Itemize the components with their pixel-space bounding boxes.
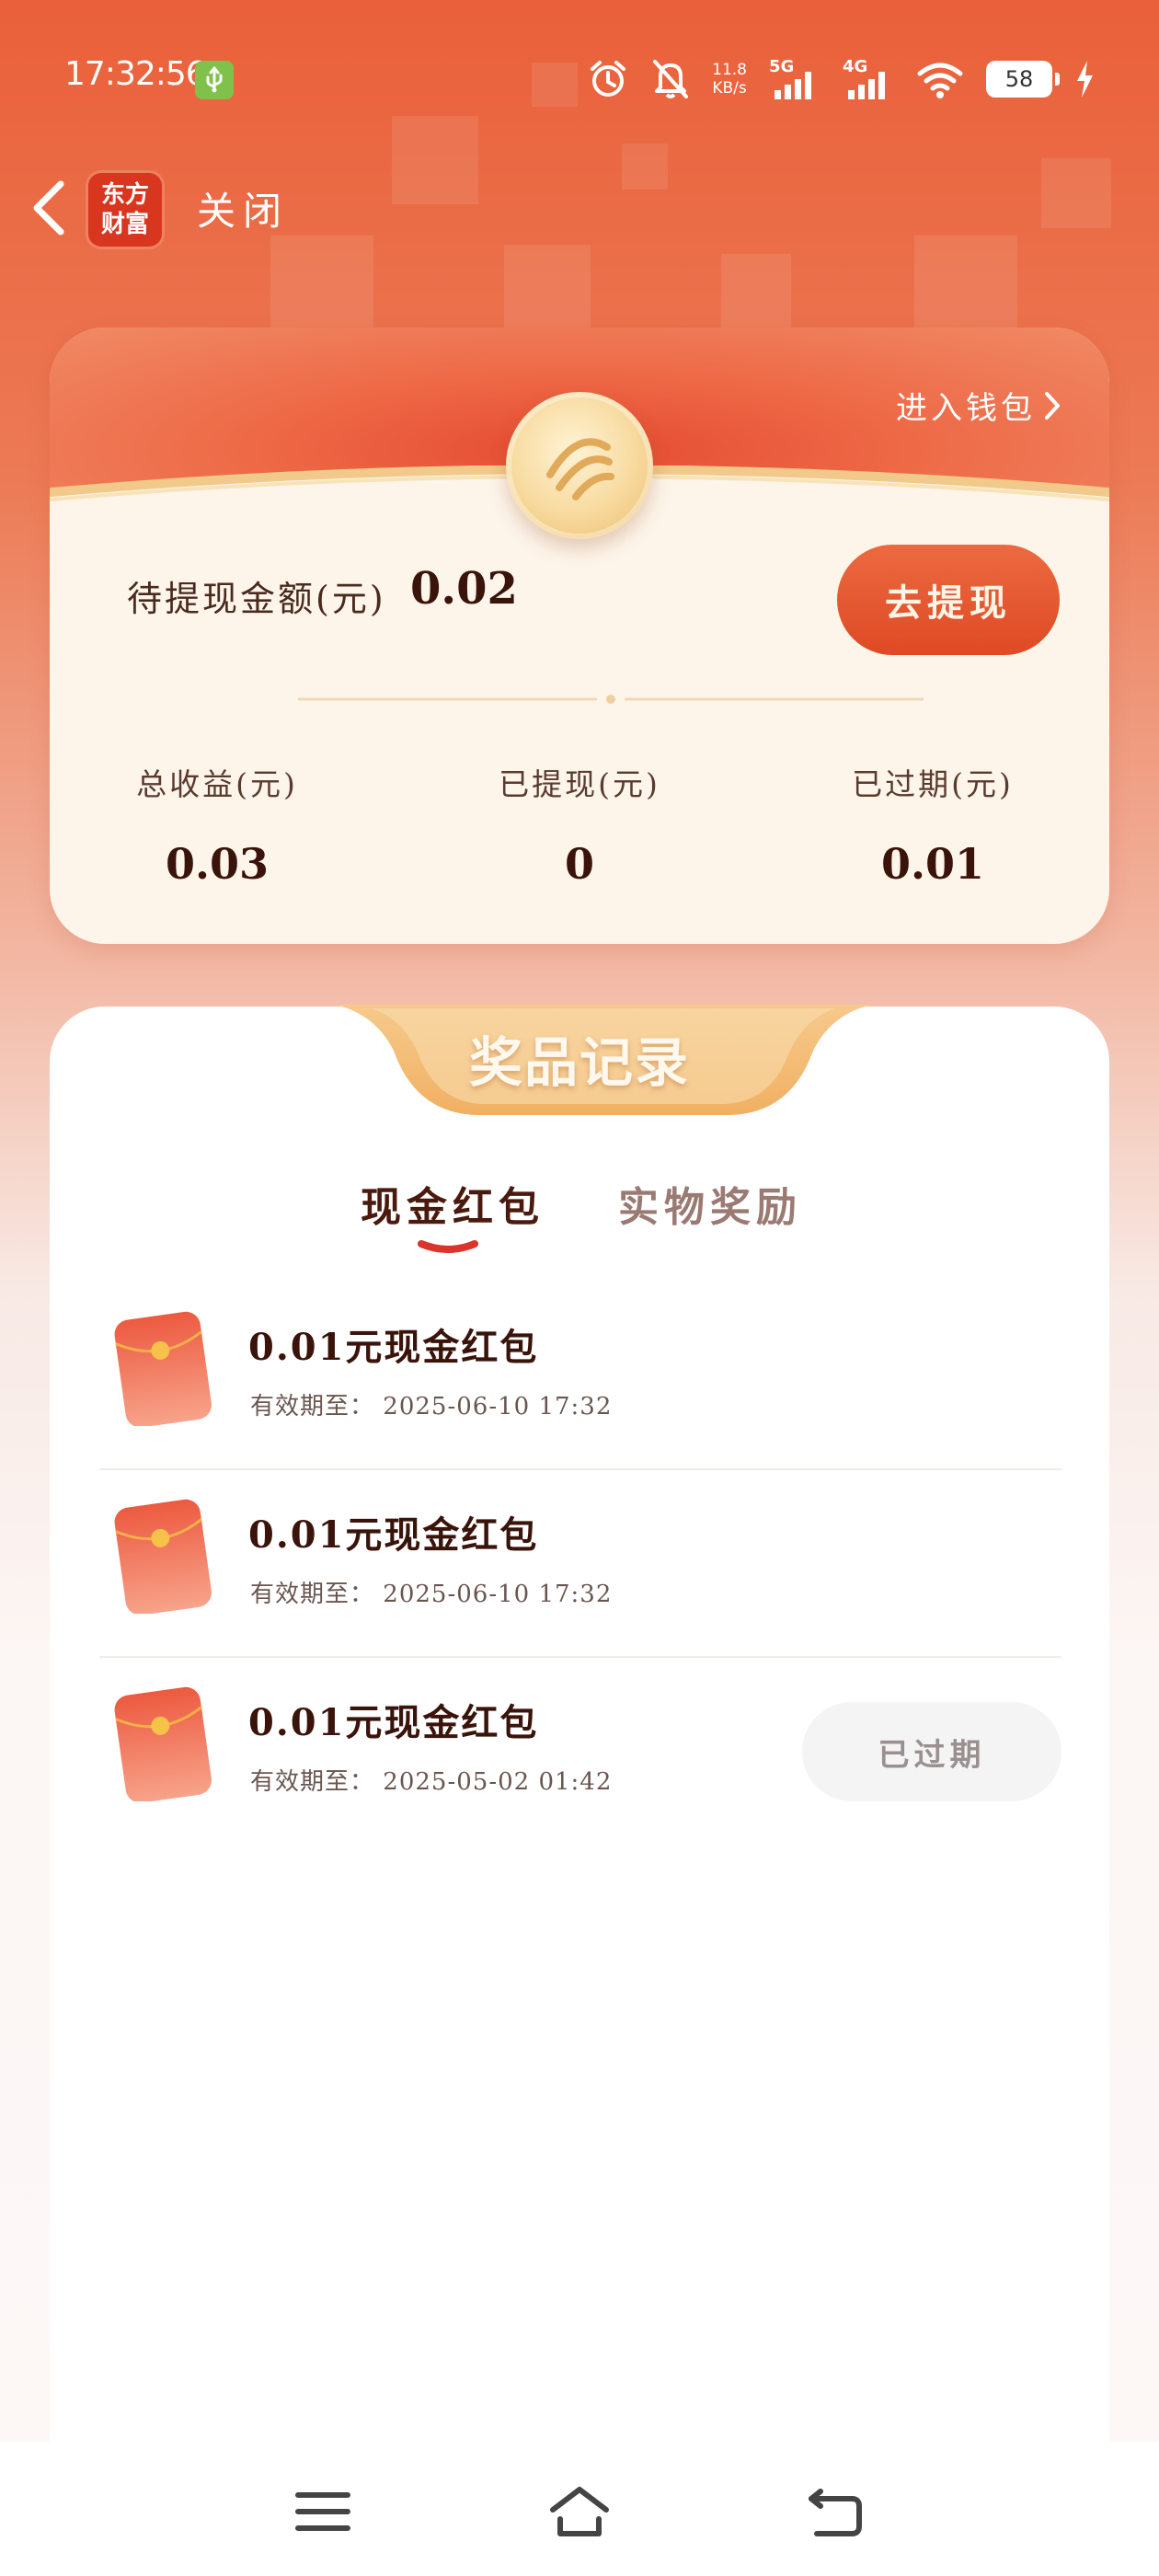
stat-value: 0.03	[165, 839, 270, 889]
tab-cash-red-packet[interactable]: 现金红包	[361, 1174, 545, 1233]
stat-label: 已提现(元)	[499, 766, 660, 802]
red-envelope-icon	[114, 1686, 212, 1801]
home-icon[interactable]	[547, 2482, 612, 2541]
status-time: 17:32:56	[64, 55, 207, 93]
charging-icon	[1074, 59, 1095, 99]
reward-list-item: 0.01元现金红包 有效期至： 2025-06-10 17:32	[99, 1470, 1061, 1658]
stat-expired: 已过期(元) 0.01	[786, 760, 1080, 889]
chevron-right-icon	[1045, 391, 1060, 420]
app-logo: 东方 财富	[88, 173, 162, 247]
wifi-icon	[916, 59, 964, 99]
divider	[298, 695, 924, 704]
withdraw-button[interactable]: 去提现	[837, 545, 1060, 655]
background-decoration	[914, 236, 1017, 328]
wallet-card: 进入钱包 待提现金额(元) 0.02 去提现 总收益(元) 0.03 已提现(元…	[50, 328, 1109, 944]
stat-value: 0.01	[880, 839, 985, 889]
stat-withdrawn: 已提现(元) 0	[432, 760, 727, 889]
pending-amount-value: 0.02	[410, 563, 518, 615]
reward-title: 0.01元现金红包	[248, 1513, 539, 1557]
back-arrow-icon[interactable]	[26, 173, 72, 243]
status-bar: 17:32:56 11.8 KB/s 5G 4G 58	[0, 0, 1159, 156]
usb-icon	[195, 61, 234, 99]
coin-emblem-icon	[506, 392, 653, 539]
expired-status-badge: 已过期	[802, 1702, 1061, 1801]
stat-label: 已过期(元)	[852, 766, 1014, 802]
pending-amount-label: 待提现金额(元)	[127, 579, 386, 619]
background-decoration	[721, 254, 791, 328]
records-title: 奖品记录	[468, 1031, 690, 1094]
svg-text:5G: 5G	[769, 57, 794, 76]
reward-title: 0.01元现金红包	[248, 1326, 539, 1369]
alarm-icon	[587, 58, 629, 100]
background-decoration	[504, 245, 591, 328]
tab-physical-reward[interactable]: 实物奖励	[618, 1174, 802, 1233]
system-nav-bar	[0, 2442, 1159, 2576]
reward-expiry: 有效期至： 2025-06-10 17:32	[250, 1581, 613, 1608]
stat-value: 0	[564, 839, 594, 889]
network-speed: 11.8 KB/s	[712, 61, 747, 98]
close-button[interactable]: 关闭	[197, 180, 289, 236]
reward-list-item: 0.01元现金红包 有效期至： 2025-06-10 17:32	[99, 1282, 1061, 1470]
signal-5g-icon: 5G	[769, 57, 820, 101]
svg-text:4G: 4G	[843, 57, 867, 76]
red-envelope-icon	[114, 1499, 212, 1614]
battery-indicator: 58	[986, 61, 1060, 98]
red-envelope-icon	[114, 1311, 212, 1426]
background-decoration	[1041, 158, 1111, 228]
stat-label: 总收益(元)	[136, 766, 298, 802]
background-decoration	[270, 236, 373, 328]
active-tab-indicator	[418, 1240, 478, 1253]
enter-wallet-link[interactable]: 进入钱包	[896, 383, 1061, 428]
reward-expiry: 有效期至： 2025-05-02 01:42	[250, 1768, 613, 1796]
records-panel: 奖品记录 现金红包 实物奖励 0.01元现金红包 有效期至： 2025-06-1…	[50, 1005, 1109, 2478]
mute-bell-icon	[651, 58, 690, 100]
reward-list-item: 0.01元现金红包 有效期至： 2025-05-02 01:42 已过期	[99, 1658, 1061, 1846]
reward-title: 0.01元现金红包	[248, 1701, 539, 1744]
back-icon[interactable]	[804, 2482, 868, 2541]
menu-icon[interactable]	[291, 2482, 355, 2541]
reward-expiry: 有效期至： 2025-06-10 17:32	[250, 1393, 613, 1420]
signal-4g-icon: 4G	[843, 57, 894, 101]
stat-total-earnings: 总收益(元) 0.03	[70, 760, 364, 889]
